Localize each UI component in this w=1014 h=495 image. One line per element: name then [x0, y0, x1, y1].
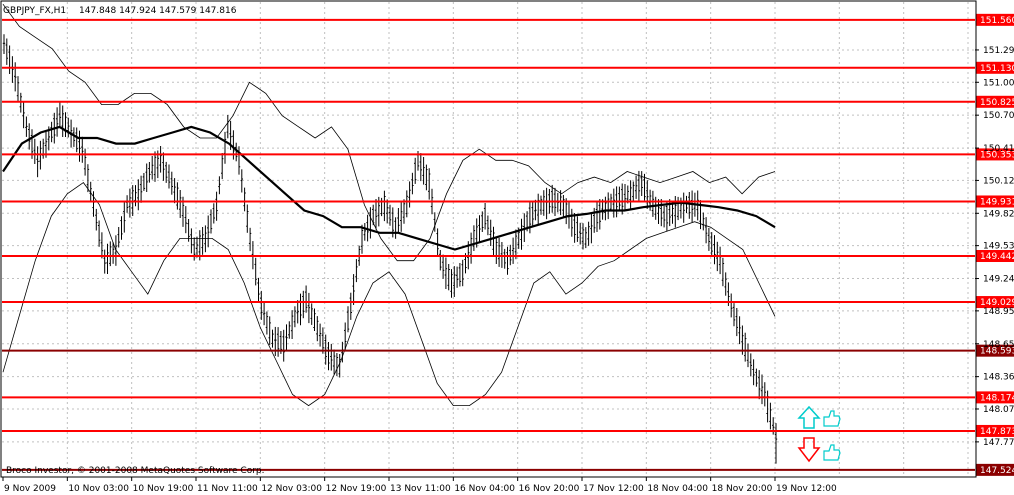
x-tick-label: 13 Nov 11:00 — [390, 484, 451, 494]
level-label: 147.873 — [980, 427, 1014, 437]
y-tick-label: 150.410 — [983, 144, 1014, 154]
level-label: 150.825 — [980, 98, 1014, 108]
y-tick-label: 149.240 — [983, 275, 1014, 285]
level-label: 151.560 — [980, 16, 1014, 26]
x-tick-label: 19 Nov 12:00 — [776, 484, 837, 494]
level-label: 149.931 — [980, 197, 1014, 207]
x-tick-label: 11 Nov 11:00 — [197, 484, 258, 494]
y-tick-label: 150.120 — [983, 176, 1014, 186]
x-tick-label: 9 Nov 2009 — [4, 484, 56, 494]
x-tick-label: 16 Nov 04:00 — [454, 484, 515, 494]
y-tick-label: 148.360 — [983, 373, 1014, 383]
chart-canvas: 151.560151.130150.825150.353149.931149.4… — [0, 0, 1014, 495]
y-tick-label: 148.070 — [983, 405, 1014, 415]
x-tick-label: 12 Nov 19:00 — [326, 484, 387, 494]
y-tick-label: 148.950 — [983, 307, 1014, 317]
x-tick-label: 18 Nov 20:00 — [712, 484, 773, 494]
y-tick-label: 151.290 — [983, 46, 1014, 56]
level-label: 149.442 — [980, 252, 1014, 262]
copyright-text: Broco Investor, © 2001-2008 MetaQuotes S… — [6, 466, 265, 476]
x-tick-label: 16 Nov 20:00 — [519, 484, 580, 494]
y-tick-label: 147.775 — [983, 438, 1014, 448]
x-tick-label: 10 Nov 03:00 — [68, 484, 129, 494]
y-tick-label: 151.000 — [983, 78, 1014, 88]
y-tick-label: 148.655 — [983, 340, 1014, 350]
y-tick-label: 150.705 — [983, 111, 1014, 121]
y-tick-label: 149.535 — [983, 242, 1014, 252]
level-label: 148.174 — [980, 393, 1014, 403]
x-tick-label: 10 Nov 19:00 — [133, 484, 194, 494]
x-tick-label: 17 Nov 12:00 — [583, 484, 644, 494]
level-label: 151.130 — [980, 64, 1014, 74]
symbol-timeframe: GBPJPY_FX,H1 — [3, 6, 66, 16]
y-tick-label: 149.825 — [983, 209, 1014, 219]
level-label: 147.524 — [980, 466, 1014, 476]
x-tick-label: 12 Nov 03:00 — [261, 484, 322, 494]
x-tick-label: 18 Nov 04:00 — [647, 484, 708, 494]
chart-window[interactable]: 151.560 151.130 150.825 150.353 149.931 149.4… — [0, 0, 1014, 495]
ohlc-readout: 147.848 147.924 147.579 147.816 — [79, 6, 237, 16]
